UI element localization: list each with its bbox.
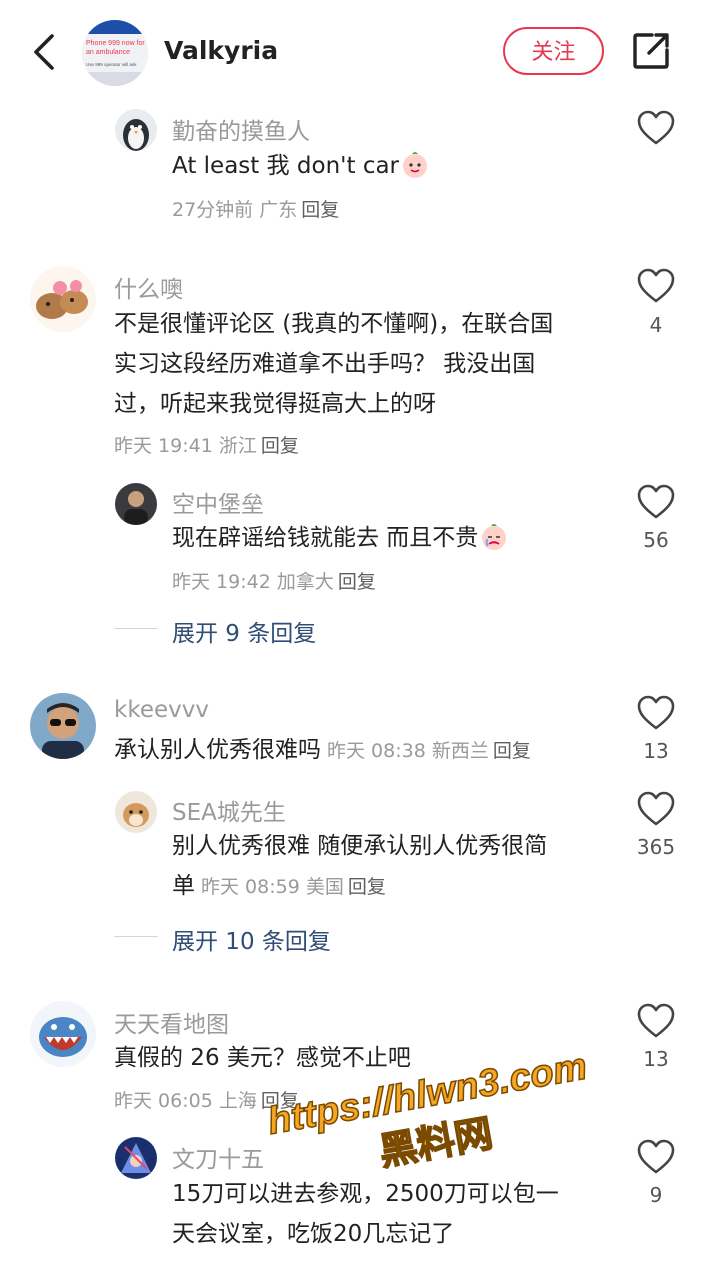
comment-text: 别人优秀很难 随便承认别人优秀很简 单昨天 08:59 美国 回复 <box>172 833 548 899</box>
share-button[interactable] <box>630 30 672 72</box>
author-name[interactable]: Valkyria <box>164 36 278 65</box>
back-button[interactable] <box>26 28 66 76</box>
heart-icon <box>637 695 675 730</box>
comment-text: 不是很懂评论区 (我真的不懂啊)，在联合国 实习这段经历难道拿不出手吗？ 我没出… <box>114 311 554 417</box>
heart-icon <box>637 110 675 145</box>
like-button[interactable] <box>636 695 676 731</box>
like-count: 56 <box>643 528 669 552</box>
chevron-left-icon <box>34 34 54 70</box>
like-button[interactable] <box>636 268 676 304</box>
comment-author[interactable]: kkeevvv <box>114 697 209 723</box>
comment-meta: 昨天 08:38 新西兰 回复 <box>327 740 531 762</box>
comment-meta: 昨天 08:59 美国 回复 <box>201 876 386 898</box>
svg-text:Use 999 operator will ask: Use 999 operator will ask <box>86 62 137 67</box>
like-button[interactable] <box>636 110 676 146</box>
svg-text:黑料网: 黑料网 <box>376 1111 496 1174</box>
comment-meta: 27分钟前 广东 回复 <box>172 199 340 221</box>
like-button[interactable] <box>636 791 676 827</box>
expand-replies-link[interactable]: 展开 10 条回复 <box>172 922 331 956</box>
avatar-shark[interactable] <box>30 1001 96 1067</box>
avatar-person[interactable] <box>115 483 157 525</box>
heart-icon <box>637 1139 675 1174</box>
reply-link[interactable]: 回复 <box>493 740 531 762</box>
reply-link[interactable]: 回复 <box>338 571 376 593</box>
heart-icon <box>637 1003 675 1038</box>
reply-link[interactable]: 回复 <box>261 1090 299 1112</box>
expand-divider <box>114 936 158 937</box>
heart-icon <box>637 791 675 826</box>
comment-author[interactable]: 天天看地图 <box>114 1005 229 1039</box>
comment-meta: 昨天 19:42 加拿大 回复 <box>172 571 376 593</box>
comment-author[interactable]: 勤奋的摸鱼人 <box>172 112 310 146</box>
reply-link[interactable]: 回复 <box>348 876 386 898</box>
smiling-face-emoji-icon <box>403 152 428 178</box>
reply-link[interactable]: 回复 <box>301 199 339 221</box>
avatar-capybara[interactable] <box>30 266 96 332</box>
reply-link[interactable]: 回复 <box>261 435 299 457</box>
like-button[interactable] <box>636 1003 676 1039</box>
like-count: 13 <box>643 1047 669 1071</box>
comment-text: 现在辟谣给钱就能去 而且不贵 <box>172 518 509 558</box>
like-count: 4 <box>649 313 663 337</box>
like-button[interactable] <box>636 1139 676 1175</box>
like-button[interactable] <box>636 484 676 520</box>
svg-text:Phone 999 now for: Phone 999 now for <box>86 40 145 47</box>
comment-meta: 昨天 06:05 上海 回复 <box>114 1090 299 1112</box>
comment-text: 15刀可以进去参观，2500刀可以包一 天会议室，吃饭20几忘记了 <box>172 1181 559 1247</box>
comment-author[interactable]: 文刀十五 <box>172 1140 264 1174</box>
comment-author[interactable]: 什么噢 <box>114 270 183 304</box>
comment-text: At least 我 don't car <box>172 146 430 186</box>
comment-text: 真假的 26 美元？感觉不止吧 <box>114 1045 411 1071</box>
heart-icon <box>637 268 675 303</box>
follow-button[interactable]: 关注 <box>503 27 604 75</box>
avatar-penguin[interactable] <box>115 109 157 151</box>
share-icon <box>633 33 669 69</box>
expand-replies-link[interactable]: 展开 9 条回复 <box>172 614 316 648</box>
comment-author[interactable]: SEA城先生 <box>172 793 286 827</box>
comment-meta: 昨天 19:41 浙江 回复 <box>114 435 299 457</box>
top-bar: Phone 999 now for an ambulance Use 999 o… <box>0 0 703 100</box>
expand-divider <box>114 628 158 629</box>
like-count: 9 <box>649 1183 663 1207</box>
author-avatar[interactable]: Phone 999 now for an ambulance Use 999 o… <box>82 20 148 86</box>
crying-face-emoji-icon <box>482 524 507 550</box>
avatar-anime[interactable] <box>115 1137 157 1179</box>
like-count: 13 <box>643 739 669 763</box>
like-count: 365 <box>636 835 676 859</box>
heart-icon <box>637 484 675 519</box>
avatar-sunglasses[interactable] <box>30 693 96 759</box>
svg-text:an ambulance: an ambulance <box>86 49 130 56</box>
comment-author[interactable]: 空中堡垒 <box>172 485 264 519</box>
avatar-dog[interactable] <box>115 791 157 833</box>
comment-text: 承认别人优秀很难吗 昨天 08:38 新西兰 回复 <box>114 737 531 763</box>
